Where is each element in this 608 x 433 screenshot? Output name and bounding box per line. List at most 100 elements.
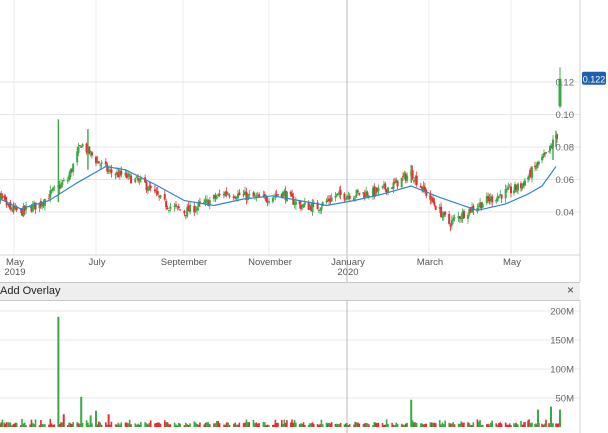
candle-body bbox=[9, 207, 12, 210]
volume-bar bbox=[491, 420, 493, 427]
candle-body bbox=[531, 167, 533, 179]
volume-bar bbox=[127, 423, 130, 427]
volume-bar bbox=[381, 422, 384, 427]
volume-bar bbox=[263, 422, 266, 427]
candle-body bbox=[138, 179, 141, 182]
candle-body bbox=[174, 204, 177, 206]
volume-bar bbox=[204, 422, 207, 427]
candle-body bbox=[100, 162, 103, 164]
volume-bar bbox=[126, 422, 128, 427]
candle-body bbox=[517, 183, 519, 191]
volume-bar bbox=[173, 422, 176, 427]
candle-body bbox=[235, 198, 238, 200]
candle-body bbox=[234, 196, 237, 199]
candle-body bbox=[325, 200, 328, 203]
volume-bar bbox=[217, 420, 220, 427]
candle-body bbox=[49, 190, 52, 198]
price-candles bbox=[0, 67, 562, 232]
volume-spike-bar bbox=[537, 409, 539, 427]
candle-body bbox=[425, 190, 428, 196]
volume-bar bbox=[203, 424, 205, 427]
volume-bar bbox=[10, 425, 12, 427]
volume-bar bbox=[357, 422, 359, 427]
candle-body bbox=[343, 193, 346, 200]
volume-bar bbox=[176, 425, 179, 427]
candle-body bbox=[452, 218, 455, 221]
volume-bar bbox=[368, 424, 370, 427]
candle-body bbox=[352, 197, 355, 201]
volume-bar bbox=[552, 423, 554, 427]
volume-bar bbox=[155, 423, 158, 427]
candle-body bbox=[248, 193, 251, 196]
candle-body bbox=[415, 175, 418, 185]
candle-body bbox=[169, 206, 172, 209]
volume-bar bbox=[268, 425, 270, 427]
candle-body bbox=[106, 164, 109, 172]
candle-body bbox=[545, 152, 547, 154]
candle-body bbox=[167, 209, 170, 211]
volume-bar bbox=[420, 423, 422, 427]
volume-bar bbox=[277, 422, 279, 427]
volume-bar bbox=[376, 423, 378, 427]
volume-bar bbox=[237, 424, 239, 427]
volume-bar bbox=[510, 425, 512, 427]
volume-bar bbox=[223, 424, 225, 427]
volume-bar bbox=[406, 422, 408, 427]
candle-body bbox=[466, 215, 469, 219]
volume-bar bbox=[149, 420, 152, 427]
volume-y-tick-label: 200M bbox=[550, 307, 574, 318]
price-chart[interactable]: 0.04 0.06 0.08 0.10 0.12 May 2019 July Septembe… bbox=[0, 0, 608, 282]
volume-bar bbox=[424, 424, 426, 427]
candle-body bbox=[358, 192, 361, 195]
volume-chart[interactable]: 50M 100M 150M 200M bbox=[0, 300, 608, 433]
volume-bar bbox=[186, 424, 189, 427]
candle-body bbox=[165, 201, 168, 208]
candle-body bbox=[271, 197, 274, 202]
x-tick-label: November bbox=[248, 257, 292, 268]
volume-spike-bar bbox=[62, 414, 65, 427]
candle-body bbox=[76, 151, 79, 163]
volume-bar bbox=[179, 423, 181, 427]
candle-body bbox=[163, 194, 166, 200]
volume-bar bbox=[175, 424, 177, 427]
volume-bar bbox=[374, 422, 377, 427]
candle-body bbox=[510, 186, 512, 194]
candle-body bbox=[339, 190, 342, 195]
volume-bar bbox=[187, 424, 190, 427]
x-tick-year-label: 2019 bbox=[4, 267, 25, 278]
volume-bar bbox=[163, 420, 166, 427]
candle-body bbox=[99, 164, 102, 166]
candle-body bbox=[504, 189, 507, 199]
volume-bar bbox=[425, 423, 428, 427]
volume-bar bbox=[208, 424, 211, 427]
price-y-axis: 0.04 0.06 0.08 0.10 0.12 bbox=[556, 78, 575, 219]
candle-body bbox=[384, 183, 387, 190]
volume-bar bbox=[400, 423, 403, 427]
volume-bar bbox=[72, 422, 74, 427]
volume-bar bbox=[434, 423, 437, 427]
candle-body bbox=[392, 182, 395, 189]
volume-bar bbox=[137, 423, 139, 427]
candle-body bbox=[334, 195, 337, 198]
volume-bar bbox=[524, 422, 526, 427]
volume-bar bbox=[330, 422, 333, 427]
candle-body bbox=[183, 210, 186, 214]
volume-bar bbox=[238, 422, 241, 427]
add-overlay-button[interactable]: Add Overlay bbox=[0, 285, 61, 297]
candle-body bbox=[538, 161, 540, 164]
candle-body bbox=[130, 175, 133, 184]
candle-body bbox=[265, 196, 268, 202]
candle-body bbox=[238, 192, 241, 196]
volume-bar bbox=[362, 423, 365, 427]
volume-bar bbox=[346, 422, 348, 427]
candle-body bbox=[156, 191, 159, 195]
volume-bar bbox=[144, 422, 146, 427]
volume-bar bbox=[347, 425, 350, 427]
volume-y-tick-label: 100M bbox=[550, 365, 574, 376]
close-icon[interactable]: × bbox=[567, 283, 574, 297]
volume-bar bbox=[147, 424, 149, 427]
candle-body bbox=[66, 180, 69, 182]
candle-body bbox=[149, 185, 152, 189]
candle-body bbox=[47, 198, 50, 200]
volume-spike-bar bbox=[550, 406, 552, 427]
